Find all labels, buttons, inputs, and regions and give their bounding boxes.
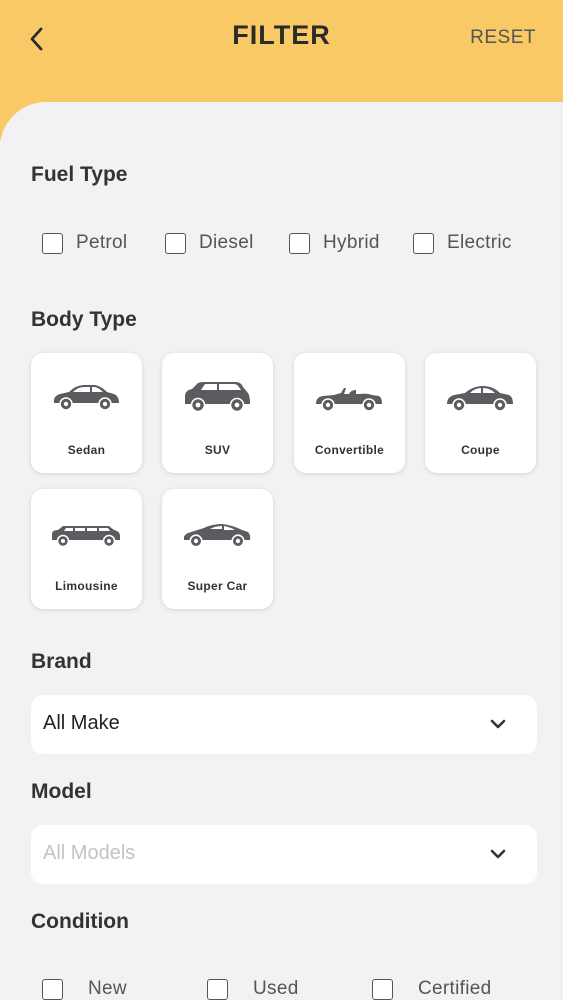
- sedan-icon: [53, 385, 119, 411]
- brand-select-value: All Make: [43, 712, 120, 734]
- model-select-placeholder: All Models: [43, 842, 136, 864]
- checkbox-box[interactable]: [165, 232, 186, 254]
- condition-heading: Condition: [31, 910, 129, 933]
- chevron-down-icon: [490, 849, 506, 859]
- checkbox-box[interactable]: [413, 232, 434, 254]
- model-heading: Model: [31, 780, 92, 803]
- condition-new-label: New: [88, 978, 127, 999]
- body-type-label: Sedan: [67, 443, 106, 457]
- convertible-icon: [316, 388, 382, 412]
- fuel-type-options: Petrol Diesel Hybrid Electric: [0, 228, 563, 258]
- coupe-icon: [447, 386, 513, 412]
- body-type-card-coupe[interactable]: Coupe: [425, 353, 536, 473]
- fuel-petrol-label: Petrol: [76, 232, 128, 253]
- checkbox-box[interactable]: [42, 978, 63, 1000]
- body-type-label: SUV: [204, 443, 231, 457]
- supercar-icon: [183, 524, 251, 548]
- limousine-icon: [52, 526, 120, 548]
- checkbox-box[interactable]: [207, 978, 228, 1000]
- body-type-label: Coupe: [461, 443, 500, 457]
- body-type-card-limousine[interactable]: Limousine: [31, 489, 142, 609]
- body-type-card-sedan[interactable]: Sedan: [31, 353, 142, 473]
- condition-new-checkbox[interactable]: New: [42, 974, 127, 1000]
- fuel-petrol-checkbox[interactable]: Petrol: [42, 228, 127, 258]
- model-select[interactable]: All Models: [31, 825, 537, 884]
- body-type-label: Limousine: [55, 579, 118, 593]
- body-type-card-super-car[interactable]: Super Car: [162, 489, 273, 609]
- fuel-electric-checkbox[interactable]: Electric: [413, 228, 512, 258]
- checkbox-box[interactable]: [289, 232, 310, 254]
- fuel-diesel-checkbox[interactable]: Diesel: [165, 228, 254, 258]
- body-type-label: Convertible: [314, 443, 385, 457]
- body-type-card-suv[interactable]: SUV: [162, 353, 273, 473]
- fuel-diesel-label: Diesel: [199, 232, 254, 253]
- suv-icon: [185, 382, 250, 413]
- fuel-type-heading: Fuel Type: [31, 163, 128, 186]
- body-type-label: Super Car: [187, 579, 248, 593]
- brand-select[interactable]: All Make: [31, 695, 537, 754]
- chevron-down-icon: [490, 719, 506, 729]
- body-type-heading: Body Type: [31, 308, 137, 331]
- fuel-electric-label: Electric: [447, 232, 512, 253]
- body-type-card-convertible[interactable]: Convertible: [294, 353, 405, 473]
- brand-heading: Brand: [31, 650, 92, 673]
- checkbox-box[interactable]: [372, 978, 393, 1000]
- condition-certified-checkbox[interactable]: Certified: [372, 974, 491, 1000]
- reset-button[interactable]: RESET: [470, 27, 536, 49]
- fuel-hybrid-checkbox[interactable]: Hybrid: [289, 228, 380, 258]
- checkbox-box[interactable]: [42, 232, 63, 254]
- condition-used-label: Used: [253, 978, 299, 999]
- condition-options: New Used Certified: [0, 974, 563, 1000]
- condition-certified-label: Certified: [418, 978, 492, 999]
- fuel-hybrid-label: Hybrid: [323, 232, 380, 253]
- condition-used-checkbox[interactable]: Used: [207, 974, 299, 1000]
